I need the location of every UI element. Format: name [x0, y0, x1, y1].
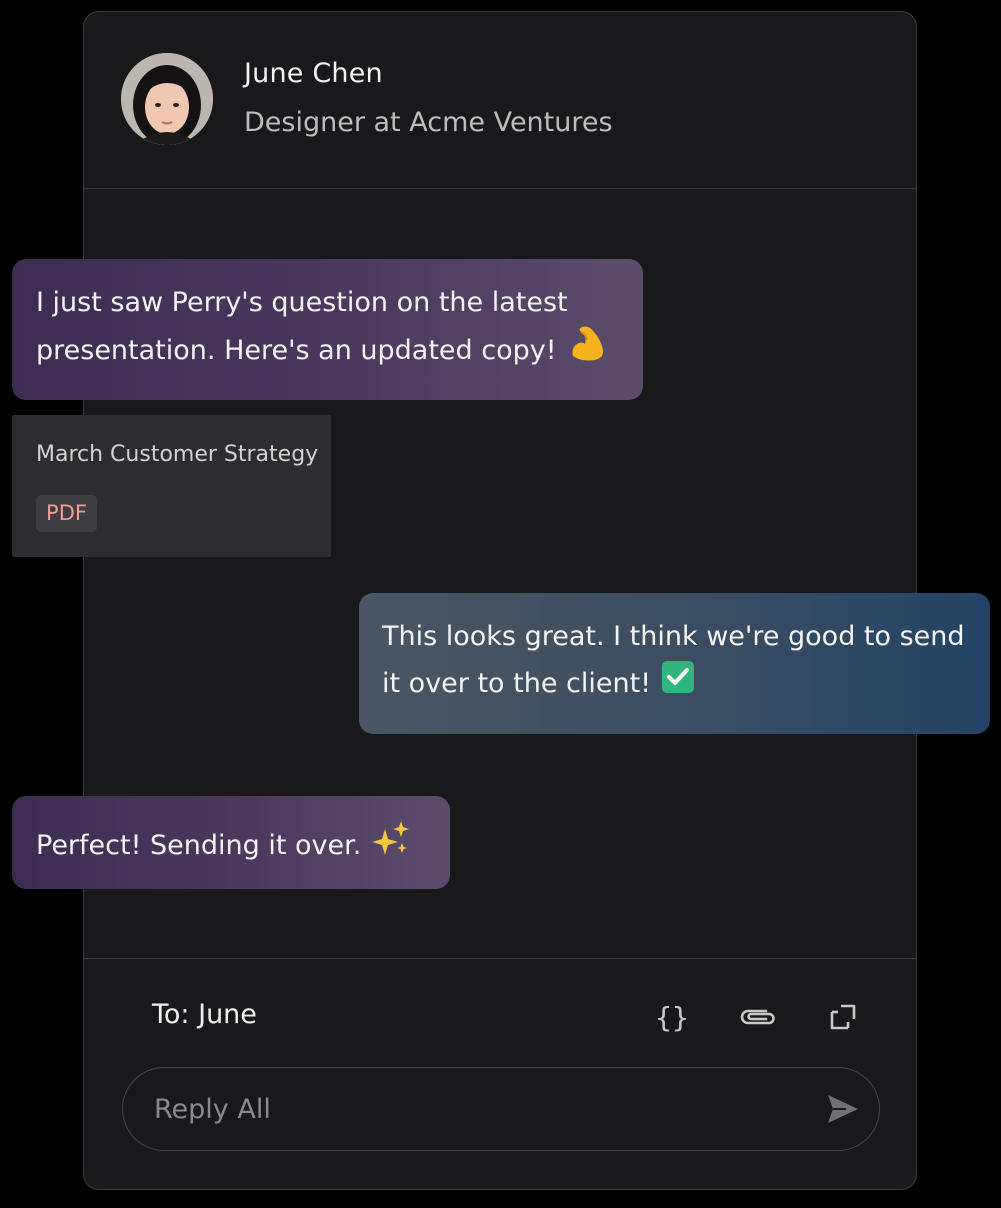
message-text: I just saw Perry's question on the lates… [36, 287, 568, 366]
flexed-biceps-icon [567, 326, 607, 377]
send-icon[interactable] [826, 1093, 860, 1125]
message-bubble-outgoing: This looks great. I think we're good to … [359, 593, 990, 734]
page: June Chen Designer at Acme Ventures To: … [0, 0, 1001, 1208]
recipient-label: To: June [152, 999, 257, 1030]
message-text: Perfect! Sending it over. [36, 830, 362, 861]
paperclip-icon[interactable] [738, 997, 778, 1037]
contact-name: June Chen [244, 58, 383, 89]
check-mark-button-icon [661, 660, 695, 709]
attachment-title: March Customer Strategy [36, 442, 319, 467]
reply-field[interactable] [122, 1067, 880, 1151]
attachment-card[interactable]: March Customer Strategy PDF [12, 415, 331, 557]
braces-icon[interactable]: {} [652, 997, 692, 1037]
message-bubble-incoming: Perfect! Sending it over. [12, 796, 450, 889]
expand-icon[interactable] [823, 997, 863, 1037]
avatar[interactable] [121, 53, 213, 145]
message-bubble-incoming: I just saw Perry's question on the lates… [12, 259, 643, 400]
reply-input[interactable] [152, 1086, 796, 1132]
pdf-badge: PDF [36, 495, 97, 532]
sparkles-icon [371, 819, 411, 874]
avatar-photo [121, 53, 213, 145]
contact-role: Designer at Acme Ventures [244, 107, 613, 138]
composer-divider [84, 958, 916, 959]
chat-header: June Chen Designer at Acme Ventures [84, 12, 916, 189]
